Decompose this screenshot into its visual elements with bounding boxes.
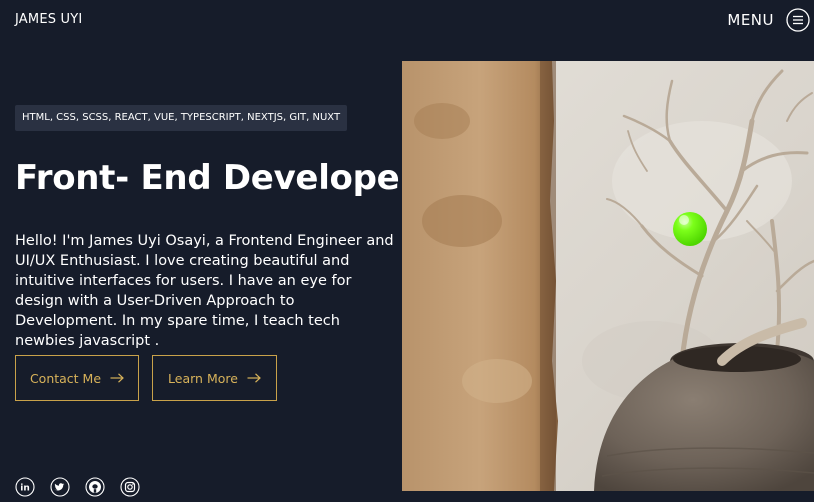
contact-me-button[interactable]: Contact Me — [15, 355, 139, 401]
hamburger-circle-icon — [786, 8, 810, 32]
linkedin-icon[interactable]: in — [15, 477, 35, 497]
github-icon[interactable] — [85, 477, 105, 497]
svg-text:in: in — [20, 484, 30, 494]
menu-label: MENU — [727, 11, 774, 29]
learn-more-label: Learn More — [168, 370, 238, 386]
arrow-right-icon — [110, 373, 124, 383]
skills-badge: HTML, CSS, SCSS, REACT, VUE, TYPESCRIPT,… — [15, 105, 348, 131]
hero-image — [402, 61, 814, 491]
menu-button[interactable]: MENU — [727, 8, 810, 32]
brand-name[interactable]: JAMES UYI — [15, 12, 82, 27]
page-title: Front- End Developer — [15, 158, 416, 198]
instagram-icon[interactable] — [120, 477, 140, 497]
hero-illustration — [402, 61, 814, 491]
contact-me-label: Contact Me — [29, 370, 102, 386]
bio-text: Hello! I'm James Uyi Osayi, a Frontend E… — [15, 233, 394, 349]
learn-more-button[interactable]: Learn More — [152, 355, 277, 401]
arrow-right-icon — [247, 373, 261, 383]
twitter-icon[interactable] — [50, 477, 70, 497]
social-links: in — [15, 477, 140, 497]
